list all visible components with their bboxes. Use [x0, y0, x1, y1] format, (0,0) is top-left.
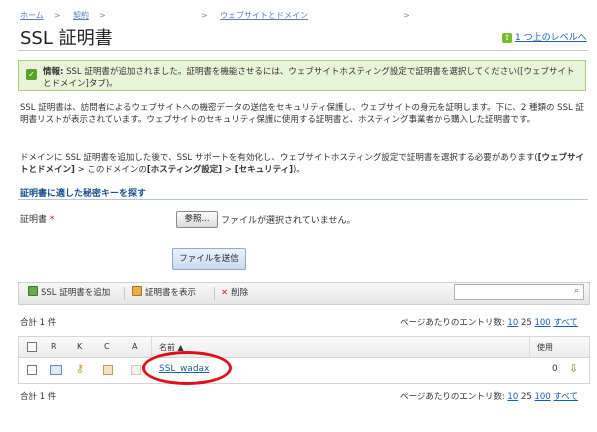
column-k: K: [77, 342, 83, 351]
ca-certificate-icon: [131, 365, 141, 375]
column-usage[interactable]: 使用: [537, 342, 553, 353]
delete-icon: ✕: [221, 288, 229, 298]
breadcrumb-contract[interactable]: 契約: [73, 11, 89, 20]
usage-count: 0: [552, 364, 558, 374]
certificate-label: 証明書 *: [20, 212, 54, 225]
per-page-25: 25: [520, 318, 532, 328]
breadcrumb-sep: >: [403, 11, 410, 20]
certificate-icon: [103, 365, 113, 375]
breadcrumb-sep: >: [99, 11, 106, 20]
per-page-label: ページあたりのエントリ数:: [400, 392, 505, 402]
para2-end: )。: [292, 165, 305, 175]
column-separator: [151, 337, 152, 357]
toolbar-separator: [124, 287, 125, 300]
per-page-label: ページあたりのエントリ数:: [400, 318, 505, 328]
description-paragraph-2: ドメインに SSL 証明書を追加した後で、SSL サポートを有効化し、ウェブサイ…: [20, 152, 586, 176]
row-checkbox[interactable]: [27, 365, 37, 375]
toolbar-separator: [214, 287, 215, 300]
breadcrumb-sep: >: [53, 11, 61, 20]
entries-per-page-bottom: ページあたりのエントリ数: 10 25 100 すべて: [400, 390, 578, 402]
para2-hosting: [ホスティング設定]: [146, 165, 223, 175]
per-page-100[interactable]: 100: [534, 392, 550, 402]
key-icon: ⚷: [76, 362, 85, 375]
table-header: R K C A 名前 ▲ 使用: [19, 337, 589, 358]
add-certificate-label: SSL 証明書を追加: [41, 288, 111, 298]
add-certificate-icon: [28, 286, 38, 296]
delete-button[interactable]: ✕ 削除: [221, 286, 248, 300]
section-divider: [18, 199, 588, 200]
column-separator: [529, 337, 530, 357]
up-level-label: 1 つ上のレベルへ: [515, 33, 587, 43]
total-count: 合計 1 件: [20, 318, 57, 328]
certificate-label-text: 証明書: [20, 215, 48, 225]
select-all-checkbox[interactable]: [27, 342, 37, 352]
breadcrumb: ホーム > 契約 > > ウェブサイトとドメイン >: [20, 10, 420, 21]
para2-mid: > このドメインの: [74, 165, 147, 175]
per-page-all[interactable]: すべて: [553, 392, 578, 402]
up-level-link[interactable]: ⇧ 1 つ上のレベルへ: [502, 30, 587, 43]
certificate-table: R K C A 名前 ▲ 使用 ⚷ SSL_wadax 0 ⇩: [18, 336, 590, 384]
para2-start: ドメインに SSL 証明書を追加した後で、SSL サポートを有効化し、ウェブサイ…: [20, 153, 538, 163]
breadcrumb-home[interactable]: ホーム: [20, 11, 44, 20]
column-c: C: [104, 342, 110, 351]
para2-mid2: >: [222, 165, 235, 175]
per-page-25: 25: [520, 392, 532, 402]
section-title: 証明書に適した秘密キーを探す: [20, 189, 147, 199]
page-title: SSL 証明書: [20, 28, 113, 49]
view-certificate-icon: [132, 286, 142, 296]
download-icon[interactable]: ⇩: [569, 363, 578, 375]
per-page-10[interactable]: 10: [507, 318, 518, 328]
file-status: ファイルが選択されていません。: [221, 216, 356, 226]
column-a: A: [132, 342, 138, 351]
info-notice: ✓ 情報: SSL 証明書が追加されました。証明書を機能させるには、ウェブサイト…: [18, 60, 586, 91]
description-paragraph-1: SSL 証明書は、訪問者によるウェブサイトへの機密データの送信をセキュリティ保護…: [20, 103, 584, 125]
show-certificate-label: 証明書を表示: [145, 288, 197, 298]
column-r: R: [51, 342, 57, 351]
browse-button[interactable]: 参照...: [176, 211, 218, 228]
breadcrumb-sep: >: [200, 11, 208, 20]
per-page-all[interactable]: すべて: [553, 318, 578, 328]
required-mark: *: [49, 215, 55, 225]
notice-label: 情報:: [43, 67, 64, 77]
send-file-button[interactable]: ファイルを送信: [172, 248, 246, 270]
up-arrow-icon: ⇧: [502, 33, 512, 43]
entries-per-page: ページあたりのエントリ数: 10 25 100 すべて: [400, 316, 578, 328]
para2-security: [セキュリティ]: [234, 165, 293, 175]
add-ssl-certificate-button[interactable]: SSL 証明書を追加: [28, 286, 110, 300]
notice-text: 情報: SSL 証明書が追加されました。証明書を機能させるには、ウェブサイトホス…: [43, 66, 577, 90]
show-certificate-button[interactable]: 証明書を表示: [132, 286, 196, 300]
table-row: ⚷ SSL_wadax 0 ⇩: [19, 358, 589, 382]
search-icon[interactable]: ⌕: [574, 286, 579, 296]
per-page-100[interactable]: 100: [534, 318, 550, 328]
delete-label: 削除: [231, 288, 249, 298]
total-count-bottom: 合計 1 件: [20, 392, 57, 402]
highlight-ellipse: [142, 351, 232, 385]
per-page-10[interactable]: 10: [507, 392, 518, 402]
breadcrumb-websites[interactable]: ウェブサイトとドメイン: [220, 11, 308, 20]
search-input[interactable]: ⌕: [454, 284, 584, 300]
mail-icon: [50, 365, 62, 375]
title-divider: [18, 50, 588, 51]
notice-message: SSL 証明書が追加されました。証明書を機能させるには、ウェブサイトホスティング…: [43, 67, 575, 89]
check-icon: ✓: [26, 69, 37, 80]
